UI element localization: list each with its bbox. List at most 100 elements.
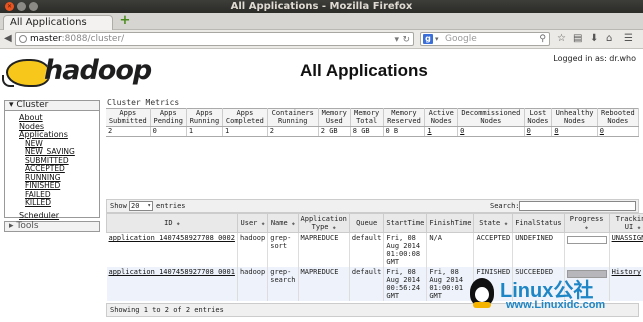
column-header-state[interactable]: State ◆	[474, 214, 513, 233]
metrics-header-cell: Lost Nodes	[524, 109, 552, 127]
hadoop-logo: hadoop	[6, 55, 164, 91]
tab-all-applications[interactable]: All Applications	[3, 15, 113, 30]
sidebar-state-killed[interactable]: KILLED	[25, 199, 99, 208]
metrics-header-cell: Apps Submitted	[106, 109, 150, 127]
queue-cell: default	[349, 233, 384, 268]
collapse-arrow-icon: ▾	[9, 100, 14, 110]
cluster-metrics-table: Apps Submitted Apps Pending Apps Running…	[106, 108, 639, 137]
sidebar-app-states: NEW NEW_SAVING SUBMITTED ACCEPTED RUNNIN…	[19, 140, 99, 208]
state-cell: FINISHED	[474, 267, 513, 301]
application-id-link[interactable]: application_1407458927708_0002	[109, 234, 235, 242]
sort-icon: ◆	[585, 225, 588, 231]
sort-icon: ◆	[504, 221, 507, 227]
column-header-finishtime[interactable]: FinishTime	[427, 214, 474, 233]
metrics-value-row: 2 0 1 1 2 2 GB 8 GB 0 B 1 0 0 0 0	[106, 127, 639, 137]
new-tab-button[interactable]: +	[119, 15, 131, 27]
globe-icon	[19, 35, 27, 43]
download-icon[interactable]: ⬇	[590, 33, 598, 45]
home-icon[interactable]: ⌂	[606, 33, 612, 45]
search-bar[interactable]: g ▾ Google ⚲	[420, 32, 550, 46]
apps-table-controls: Show 20 ▾ entries Search:	[106, 199, 639, 213]
tab-strip: All Applications +	[0, 13, 643, 30]
progress-bar	[567, 270, 607, 278]
entries-label: entries	[156, 202, 186, 210]
metrics-header-cell: Memory Total	[350, 109, 383, 127]
metrics-value-cell: 2	[106, 127, 150, 137]
entries-select[interactable]: 20 ▾	[129, 201, 153, 211]
sort-icon: ◆	[292, 221, 295, 227]
apps-header-row: ID ◆ User ◆ Name ◆ Application Type ◆ Qu…	[107, 214, 643, 233]
user-cell: hadoop	[237, 267, 267, 301]
show-label: Show	[110, 202, 127, 210]
metrics-value-cell: 1	[223, 127, 268, 137]
maximize-window-button[interactable]	[29, 2, 38, 11]
lost-nodes-link[interactable]: 0	[527, 127, 531, 135]
expand-arrow-icon: ▸	[9, 221, 14, 231]
metrics-value-cell: 2 GB	[318, 127, 350, 137]
sort-icon: ◆	[262, 221, 265, 227]
table-search-input[interactable]	[519, 201, 636, 211]
cluster-metrics-label: Cluster Metrics	[107, 98, 179, 107]
close-window-button[interactable]: ✕	[5, 2, 14, 11]
metrics-header-cell: Decommissioned Nodes	[458, 109, 524, 127]
column-header-starttime[interactable]: StartTime	[384, 214, 427, 233]
metrics-header-cell: Memory Reserved	[383, 109, 425, 127]
finalstatus-cell: UNDEFINED	[513, 233, 564, 268]
metrics-value-cell: 8 GB	[350, 127, 383, 137]
starttime-cell: Fri, 08 Aug 2014 00:56:24 GMT	[384, 267, 427, 301]
page-content: hadoop All Applications Logged in as: dr…	[0, 49, 643, 272]
column-header-name[interactable]: Name ◆	[268, 214, 298, 233]
window-controls: ✕	[5, 2, 38, 11]
sidebar-link-scheduler[interactable]: Scheduler	[19, 212, 99, 221]
metrics-header-cell: Active Nodes	[425, 109, 458, 127]
back-arrow-icon[interactable]: ◀	[4, 33, 12, 45]
search-engine-icon[interactable]: g	[423, 34, 433, 44]
tracking-ui-link[interactable]: History	[612, 268, 642, 276]
search-engine-dropdown-icon[interactable]: ▾	[435, 33, 439, 45]
active-nodes-link[interactable]: 1	[427, 127, 431, 135]
sidebar-tools-header[interactable]: ▸ Tools	[4, 221, 100, 232]
logged-in-text: Logged in as: dr.who	[553, 54, 636, 63]
magnifier-icon[interactable]: ⚲	[539, 33, 546, 45]
window-titlebar: ✕ All Applications - Mozilla Firefox	[0, 0, 643, 13]
sort-icon: ◆	[637, 225, 640, 231]
metrics-value-cell: 1	[186, 127, 222, 137]
type-cell: MAPREDUCE	[298, 233, 349, 268]
applications-table: ID ◆ User ◆ Name ◆ Application Type ◆ Qu…	[106, 213, 643, 301]
column-header-progress[interactable]: Progress ◆	[564, 214, 609, 233]
rebooted-nodes-link[interactable]: 0	[600, 127, 604, 135]
application-id-link[interactable]: application_1407458927708_0001	[109, 268, 235, 276]
bookmark-star-icon[interactable]: ☆	[557, 33, 566, 45]
tracking-ui-link[interactable]: UNASSIGNED	[612, 234, 643, 242]
unhealthy-nodes-link[interactable]: 0	[554, 127, 558, 135]
metrics-header-cell: Containers Running	[267, 109, 318, 127]
table-row: application_1407458927708_0001 hadoop gr…	[107, 267, 643, 301]
decommissioned-nodes-link[interactable]: 0	[460, 127, 464, 135]
logo-word: hadoop	[44, 55, 151, 86]
column-header-user[interactable]: User ◆	[237, 214, 267, 233]
table-search-label: Search:	[490, 202, 520, 210]
metrics-header-cell: Rebooted Nodes	[597, 109, 638, 127]
metrics-header-cell: Unhealthy Nodes	[552, 109, 597, 127]
user-cell: hadoop	[237, 233, 267, 268]
column-header-id[interactable]: ID ◆	[107, 214, 238, 233]
url-host: master	[30, 34, 62, 44]
dropdown-arrow-icon[interactable]: ▾	[394, 34, 399, 46]
reload-icon[interactable]: ↻	[402, 34, 410, 46]
finalstatus-cell: SUCCEEDED	[513, 267, 564, 301]
metrics-value-cell: 0 B	[383, 127, 425, 137]
bookmarks-list-icon[interactable]: ▤	[573, 33, 582, 45]
column-header-queue[interactable]: Queue	[349, 214, 384, 233]
sidebar-tools-label: Tools	[16, 221, 38, 231]
column-header-finalstatus[interactable]: FinalStatus	[513, 214, 564, 233]
url-bar[interactable]: master:8088/cluster/ ▾ ↻	[15, 32, 414, 46]
column-header-type[interactable]: Application Type ◆	[298, 214, 349, 233]
metrics-value-cell: 0	[150, 127, 186, 137]
progress-fill	[568, 271, 606, 277]
column-header-tracking[interactable]: Tracking UI ◆	[609, 214, 643, 233]
finishtime-cell: Fri, 08 Aug 2014 01:00:01 GMT	[427, 267, 474, 301]
minimize-window-button[interactable]	[17, 2, 26, 11]
menu-icon[interactable]: ☰	[624, 33, 633, 45]
url-path: :8088/cluster/	[62, 34, 125, 44]
sidebar-cluster-header[interactable]: ▾ Cluster	[4, 100, 100, 111]
